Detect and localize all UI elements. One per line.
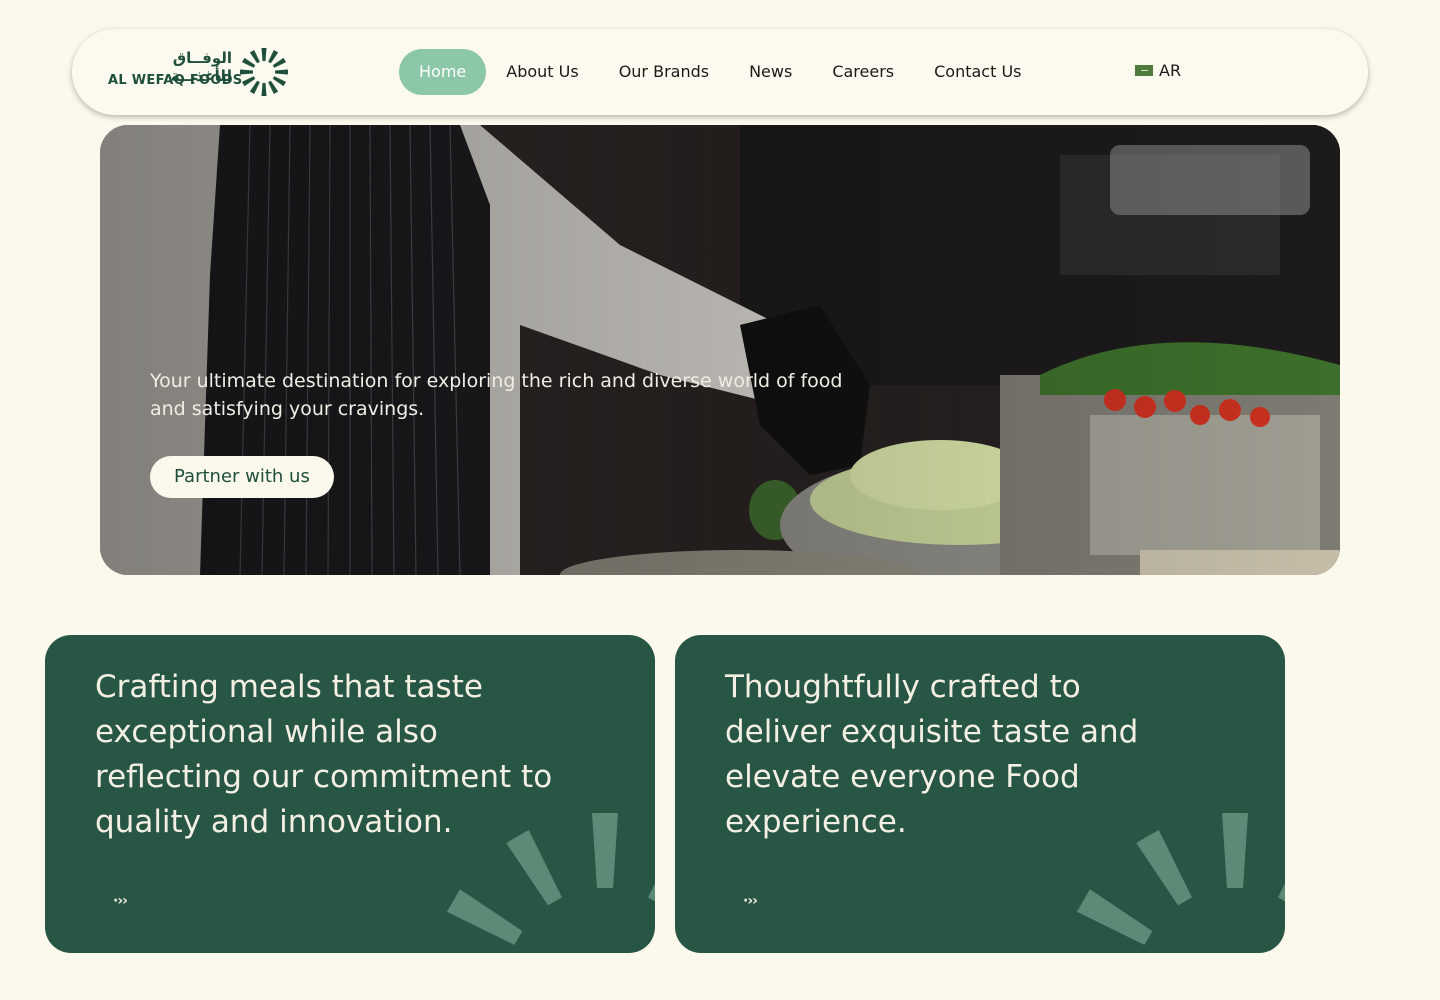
hero-banner: Your ultimate destination for exploring …: [100, 125, 1340, 575]
flag-icon: [1135, 65, 1153, 76]
site-header: الوفــاق للأغذيــة AL WEFAQ FOODS Home A…: [72, 29, 1368, 115]
feature-card: Thoughtfully crafted to deliver exquisit…: [675, 635, 1285, 953]
feature-card: Crafting meals that taste exceptional wh…: [45, 635, 655, 953]
nav-careers[interactable]: Careers: [812, 49, 914, 95]
main-nav: Home About Us Our Brands News Careers Co…: [399, 49, 1042, 95]
nav-about-us[interactable]: About Us: [486, 49, 598, 95]
hero-tagline: Your ultimate destination for exploring …: [150, 370, 843, 420]
language-label: AR: [1159, 61, 1182, 80]
card-description: Thoughtfully crafted to deliver exquisit…: [725, 669, 1139, 840]
nav-contact-us[interactable]: Contact Us: [914, 49, 1041, 95]
logo-english-text: AL WEFAQ FOODS: [108, 73, 243, 88]
nav-home[interactable]: Home: [399, 49, 487, 95]
nav-our-brands[interactable]: Our Brands: [599, 49, 729, 95]
arrow-right-icon[interactable]: ·››: [113, 893, 128, 909]
brand-logo[interactable]: الوفــاق للأغذيــة AL WEFAQ FOODS: [108, 47, 292, 97]
hero-kitchen-image: [100, 125, 1340, 575]
nav-news[interactable]: News: [729, 49, 812, 95]
partner-with-us-button[interactable]: Partner with us: [150, 456, 334, 498]
arrow-right-icon[interactable]: ·››: [743, 893, 758, 909]
language-switcher[interactable]: AR: [1135, 61, 1181, 80]
logo-emblem-icon: [240, 48, 288, 96]
card-description: Crafting meals that taste exceptional wh…: [95, 669, 553, 840]
